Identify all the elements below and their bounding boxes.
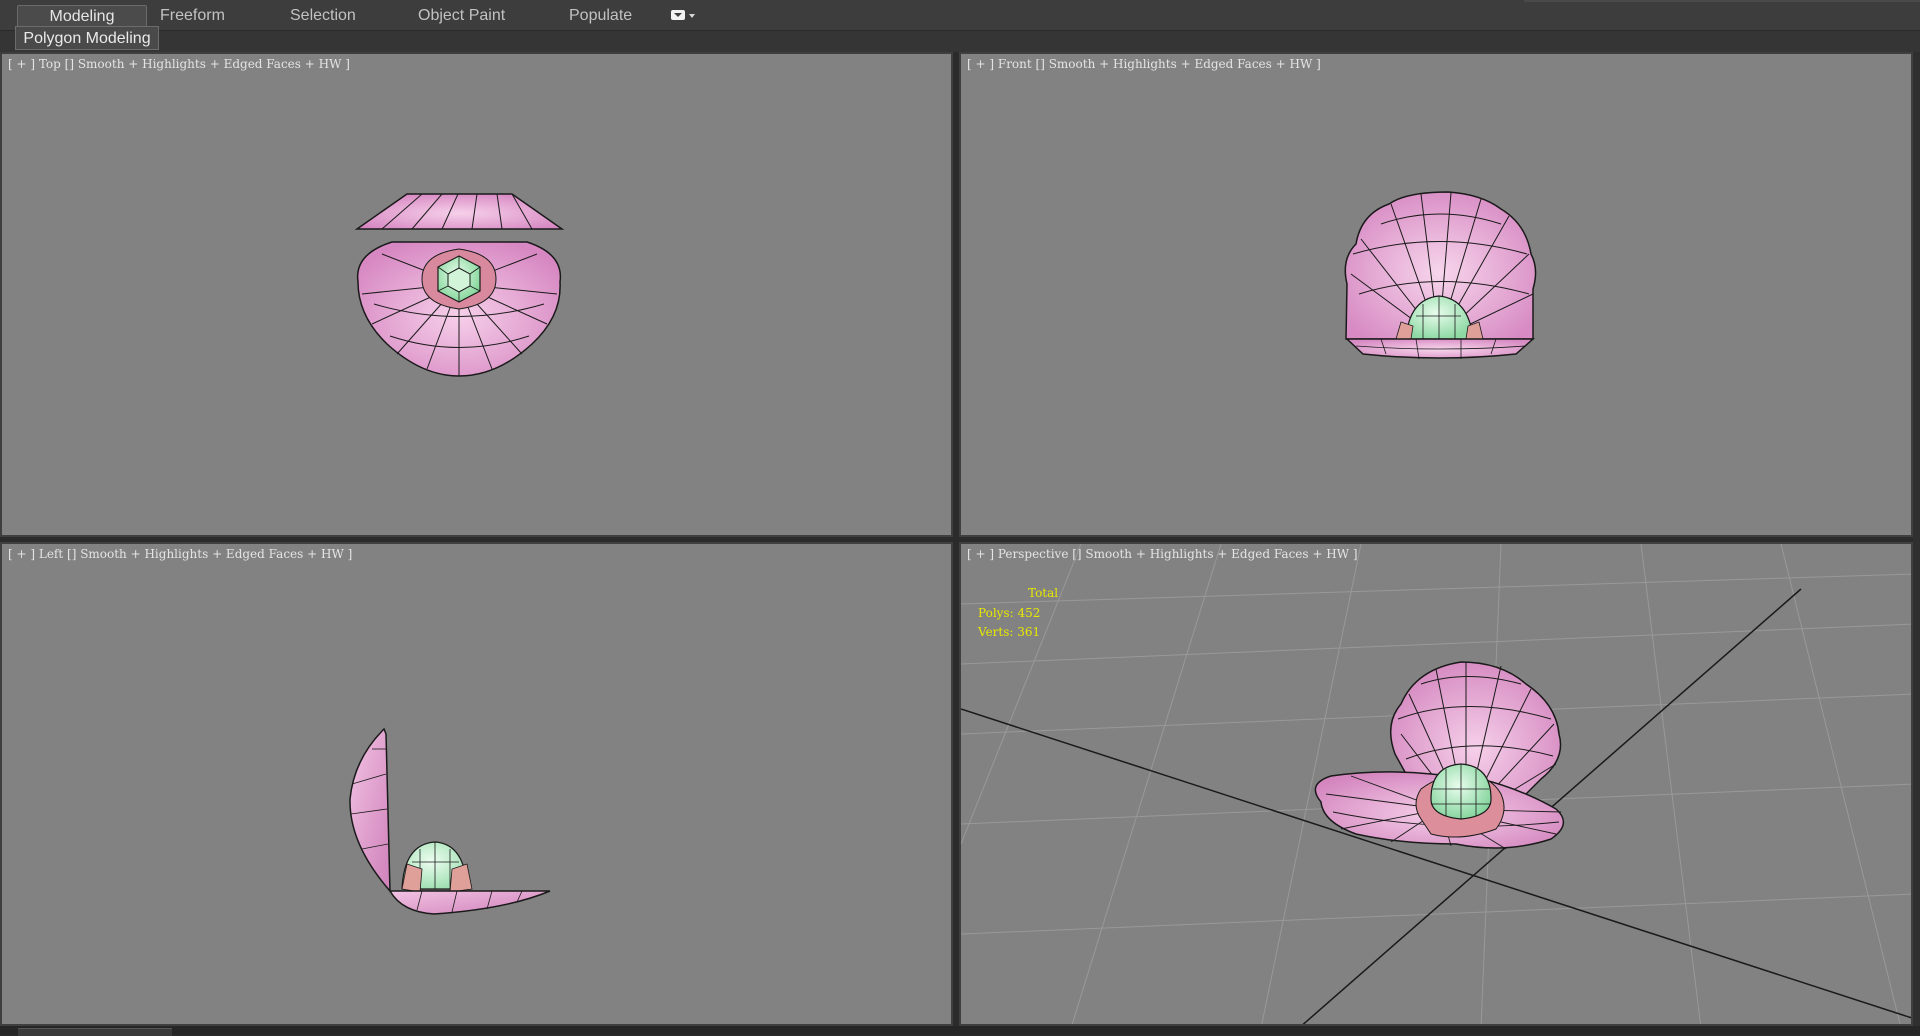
tab-freeform[interactable]: Freeform: [160, 5, 225, 27]
clam-shell-perspective-view: [961, 544, 1911, 1024]
viewport-left[interactable]: [ + ] Left [] Smooth + Highlights + Edge…: [0, 542, 953, 1026]
ribbon-panel-bar: [0, 31, 1920, 52]
viewport-scrollbar[interactable]: [1913, 52, 1920, 1026]
tab-object-paint[interactable]: Object Paint: [418, 5, 505, 27]
clam-shell-front-view: [1344, 191, 1537, 360]
status-bar: [0, 1026, 1920, 1036]
tab-populate[interactable]: Populate: [569, 5, 632, 27]
ribbon-strip: [1524, 0, 1920, 2]
clam-shell-left-view: [349, 727, 551, 915]
clam-shell-top-view: [354, 193, 565, 377]
viewport-perspective[interactable]: [ + ] Perspective [] Smooth + Highlights…: [959, 542, 1913, 1026]
polygon-modeling-panel-tab[interactable]: Polygon Modeling: [15, 26, 159, 50]
ribbon-tab-bar: Modeling Freeform Selection Object Paint…: [0, 0, 1920, 31]
viewport-top[interactable]: [ + ] Top [] Smooth + Highlights + Edged…: [0, 52, 953, 537]
tab-selection[interactable]: Selection: [290, 5, 356, 27]
viewport-front[interactable]: [ + ] Front [] Smooth + Highlights + Edg…: [959, 52, 1913, 537]
tab-modeling[interactable]: Modeling: [17, 5, 147, 27]
ribbon-options-icon[interactable]: [670, 8, 696, 23]
